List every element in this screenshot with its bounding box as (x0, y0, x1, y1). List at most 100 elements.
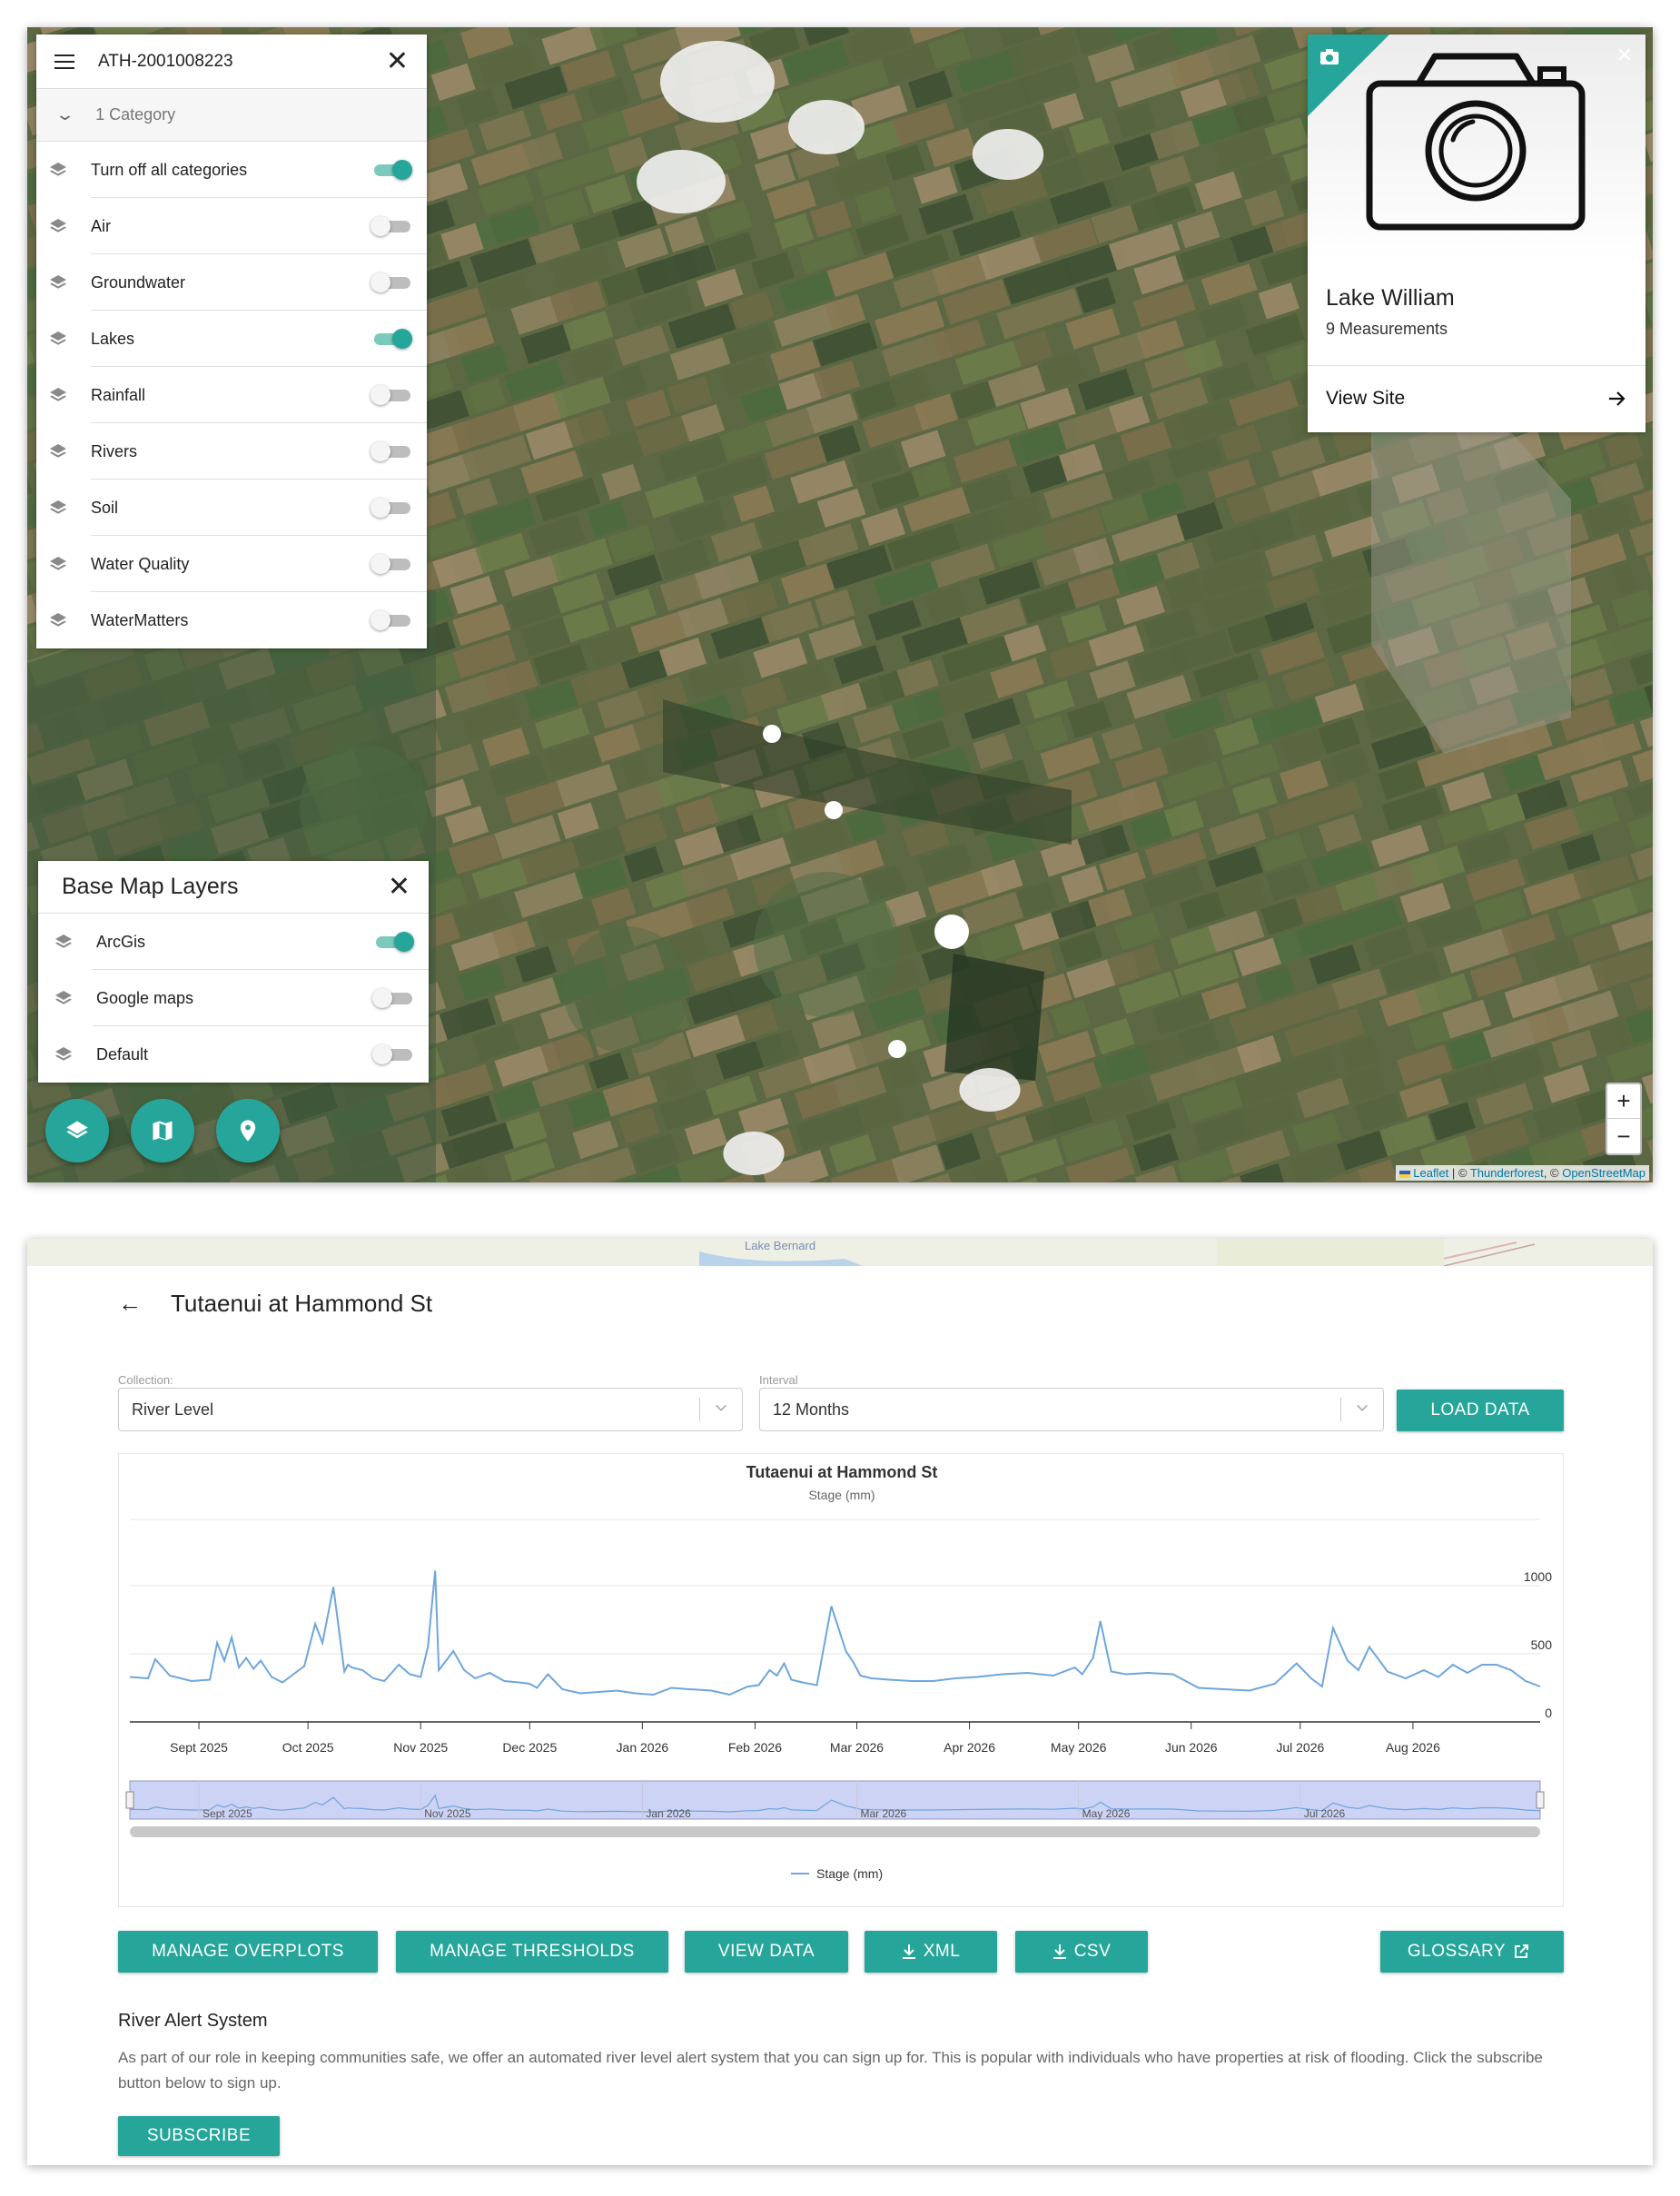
detail-header: ← Tutaenui at Hammond St (118, 1290, 432, 1318)
chart-subtitle: Stage (mm) (808, 1488, 875, 1502)
base-layer-toggle[interactable] (372, 1044, 414, 1065)
category-label: Rainfall (91, 385, 146, 404)
location-fab-button[interactable] (216, 1099, 280, 1162)
category-toggle[interactable] (371, 553, 412, 575)
base-layer-row: Google maps (38, 970, 429, 1026)
x-tick-label: Jun 2026 (1165, 1740, 1218, 1755)
manage-overplots-button[interactable]: MANAGE OVERPLOTS (118, 1931, 378, 1973)
category-row: WaterMatters (36, 592, 427, 648)
site-marker[interactable] (825, 801, 843, 819)
base-layer-row: Default (38, 1026, 429, 1083)
site-measurements: 9 Measurements (1326, 320, 1448, 338)
arrow-right-icon (1609, 391, 1626, 406)
map-fab-button[interactable] (131, 1099, 194, 1162)
chart-container: Tutaenui at Hammond St Stage (mm) 0 500 1000… (118, 1453, 1564, 1907)
alert-title: River Alert System (118, 2011, 268, 2031)
x-tick-label: Apr 2026 (944, 1740, 995, 1755)
map-strip: Lake Bernard (27, 1239, 1653, 1266)
map-strip-graphic (699, 1239, 1536, 1266)
menu-icon[interactable] (54, 54, 74, 69)
category-label: WaterMatters (91, 610, 189, 629)
category-toggle[interactable] (371, 272, 412, 293)
page-title: Tutaenui at Hammond St (171, 1290, 433, 1317)
category-row: Rivers (36, 423, 427, 480)
glossary-label: GLOSSARY (1407, 1942, 1507, 1961)
category-label: Groundwater (91, 272, 186, 292)
collection-select[interactable]: River Level (118, 1388, 743, 1431)
navigator-tick-label: Jan 2026 (646, 1807, 691, 1820)
attribution-sep: | © (1448, 1166, 1470, 1180)
view-data-label: VIEW DATA (717, 1942, 815, 1961)
base-layer-toggle[interactable] (372, 987, 414, 1009)
load-data-button[interactable]: LOAD DATA (1397, 1390, 1564, 1431)
csv-download-button[interactable]: CSV (1015, 1931, 1148, 1973)
category-toggle[interactable] (371, 497, 412, 519)
layers-icon (66, 1121, 88, 1139)
manage-thresholds-button[interactable]: MANAGE THRESHOLDS (396, 1931, 668, 1973)
category-toggle[interactable] (371, 215, 412, 237)
category-row: Air (36, 198, 427, 254)
interval-label: Interval (759, 1373, 798, 1387)
collection-value: River Level (132, 1400, 214, 1419)
x-tick-label: Aug 2026 (1386, 1740, 1440, 1755)
x-tick-label: May 2026 (1051, 1740, 1107, 1755)
category-count-row[interactable]: ⌄ 1 Category (36, 89, 427, 142)
view-data-button[interactable]: VIEW DATA (685, 1931, 848, 1973)
site-name: Lake William (1326, 285, 1455, 311)
category-label: Turn off all categories (91, 160, 248, 179)
site-code: ATH-2001008223 (98, 51, 233, 71)
map-view[interactable]: ATH-2001008223 ✕ ⌄ 1 Category Turn off a… (27, 27, 1653, 1182)
category-panel: ATH-2001008223 ✕ ⌄ 1 Category Turn off a… (36, 35, 427, 648)
attribution-sep: , © (1543, 1166, 1563, 1180)
base-layer-toggle[interactable] (372, 931, 414, 953)
thunderforest-link[interactable]: Thunderforest (1470, 1166, 1544, 1180)
chart-title: Tutaenui at Hammond St (746, 1463, 938, 1481)
navigator-scrollbar (130, 1826, 1540, 1837)
category-toggle[interactable] (371, 440, 412, 462)
base-layer-label: ArcGis (96, 932, 145, 951)
glossary-button[interactable]: GLOSSARY (1380, 1931, 1564, 1973)
category-toggle[interactable] (371, 328, 412, 350)
close-icon[interactable]: ✕ (386, 47, 409, 75)
y-tick-label: 0 (1545, 1706, 1552, 1720)
category-toggle[interactable] (371, 609, 412, 631)
site-marker[interactable] (763, 725, 781, 743)
close-icon[interactable]: ✕ (388, 873, 410, 901)
layers-icon (49, 442, 67, 460)
leaflet-link[interactable]: Leaflet (1413, 1166, 1448, 1180)
y-tick-label: 500 (1531, 1637, 1553, 1652)
close-icon[interactable]: ✕ (1616, 44, 1633, 67)
layers-icon (49, 611, 67, 629)
category-row: Water Quality (36, 536, 427, 592)
category-row: Lakes (36, 311, 427, 367)
collection-label: Collection: (118, 1373, 173, 1387)
location-pin-icon (240, 1120, 256, 1142)
site-marker-selected[interactable] (934, 915, 969, 949)
layers-fab-button[interactable] (45, 1099, 109, 1162)
xml-download-button[interactable]: XML (865, 1931, 997, 1973)
base-layer-label: Default (96, 1044, 149, 1063)
navigator-handle (125, 1791, 134, 1809)
subscribe-button[interactable]: SUBSCRIBE (118, 2116, 280, 2156)
interval-select[interactable]: 12 Months (759, 1388, 1384, 1431)
category-row: Groundwater (36, 254, 427, 311)
csv-label: CSV (1073, 1942, 1112, 1961)
osm-link[interactable]: OpenStreetMap (1562, 1166, 1645, 1180)
chevron-down-icon (716, 1404, 726, 1411)
stage-chart[interactable]: Tutaenui at Hammond St Stage (mm) 0 500 1000… (119, 1454, 1565, 1908)
zoom-in-button[interactable]: + (1607, 1084, 1640, 1119)
zoom-out-button[interactable]: − (1607, 1119, 1640, 1153)
back-arrow-icon[interactable]: ← (118, 1290, 142, 1318)
x-tick-label: Sept 2025 (170, 1740, 228, 1755)
map-strip-label: Lake Bernard (745, 1239, 816, 1252)
layers-icon (49, 330, 67, 348)
category-row: Turn off all categories (36, 142, 427, 198)
site-marker[interactable] (888, 1040, 906, 1058)
category-toggle[interactable] (371, 384, 412, 406)
category-toggle[interactable] (371, 159, 412, 181)
site-image-placeholder: ✕ (1308, 35, 1645, 263)
chevron-down-icon[interactable]: ⌄ (54, 105, 75, 124)
download-icon (902, 1944, 915, 1959)
view-site-button[interactable]: View Site (1326, 365, 1627, 432)
layers-icon (54, 989, 73, 1007)
